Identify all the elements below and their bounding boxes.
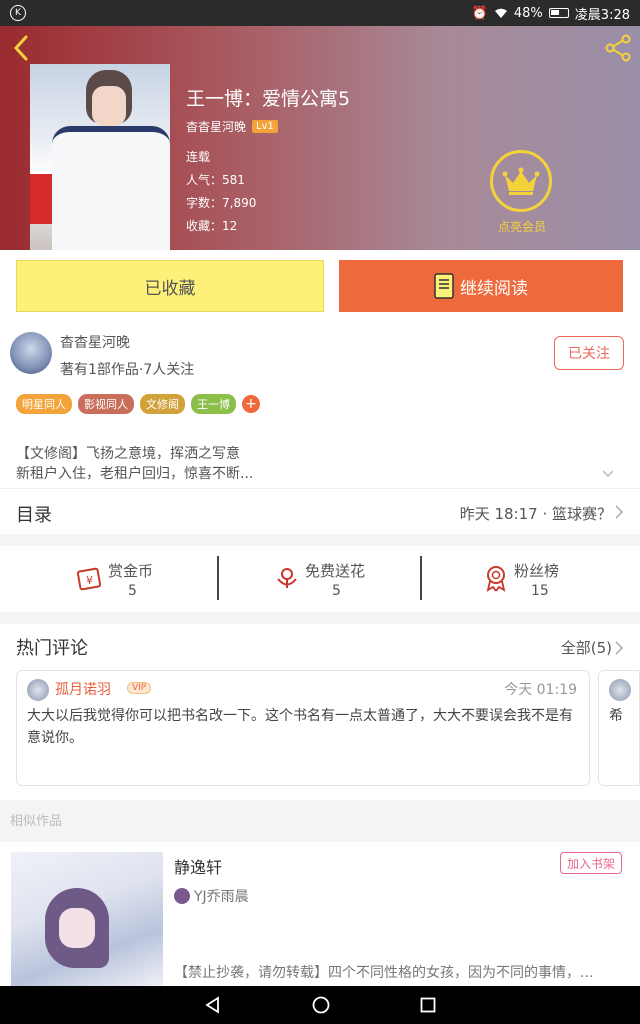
stat-label: 赏金币 — [108, 562, 154, 580]
stats-row: ¥ 赏金币 5 免费送花 5 粉丝榜 15 — [0, 546, 640, 612]
tag-item[interactable]: 影视同人 — [78, 394, 134, 414]
similar-works-heading: 相似作品 — [10, 814, 63, 829]
back-arrow-icon[interactable] — [10, 34, 34, 62]
vip-badge: VIP — [127, 682, 152, 694]
member-label: 点亮会员 — [497, 220, 546, 234]
tag-item[interactable]: 王一博 — [191, 394, 236, 414]
review-card[interactable]: 希 — [598, 670, 640, 786]
chevron-right-icon[interactable] — [614, 641, 624, 655]
continue-reading-button[interactable]: 继续阅读 — [339, 260, 623, 312]
popularity-count: 人气：581 — [186, 173, 245, 187]
similar-work-item[interactable]: 静逸轩 加入书架 YJ乔雨晨 【禁止抄袭，请勿转载】四个不同性格的女孩，因为不同… — [0, 842, 640, 986]
chevron-right-icon — [615, 505, 624, 519]
author-avatar[interactable] — [10, 332, 52, 374]
all-reviews-link[interactable]: 全部(5) — [561, 637, 612, 658]
send-flower-stat[interactable]: 免费送花 5 — [219, 546, 432, 612]
author-section: 杳杳星河晚 著有1部作品·7人关注 已关注 明星同人 影视同人 文修阁 王一博 … — [0, 324, 640, 444]
book-icon — [434, 273, 454, 299]
serial-status: 连载 — [186, 150, 211, 164]
battery-percent: 48% — [513, 5, 543, 21]
similar-book-author[interactable]: YJ乔雨晨 — [174, 886, 249, 906]
k-app-icon: K — [10, 5, 26, 21]
followed-button[interactable]: 已关注 — [554, 336, 624, 370]
tag-list: 明星同人 影视同人 文修阁 王一博 + — [16, 394, 260, 414]
similar-book-cover[interactable] — [11, 852, 163, 986]
stat-value: 15 — [531, 583, 549, 599]
book-cover[interactable] — [30, 64, 170, 250]
tag-item[interactable]: 明星同人 — [16, 394, 72, 414]
home-circle-icon[interactable] — [312, 996, 330, 1014]
similar-book-description: 【禁止抄袭，请勿转载】四个不同性格的女孩，因为不同的事情，... — [174, 965, 594, 981]
author-stats: 著有1部作品·7人关注 — [60, 362, 195, 378]
review-text: 大大以后我觉得你可以把书名改一下。这个书名有一点太普通了，大大不要误会我不是有意… — [27, 708, 573, 746]
crown-icon — [502, 167, 540, 195]
stat-label: 免费送花 — [305, 562, 366, 580]
tag-item[interactable]: 文修阁 — [140, 394, 185, 414]
level-badge: Lv1 — [252, 120, 278, 133]
review-card[interactable]: 孤月诺羽 VIP 今天 01:19 大大以后我觉得你可以把书名改一下。这个书名有… — [16, 670, 590, 786]
reviewer-avatar[interactable] — [27, 679, 49, 701]
alarm-icon: ⏰ — [471, 5, 488, 21]
svg-text:¥: ¥ — [86, 574, 93, 587]
action-bar: 已收藏 继续阅读 — [0, 250, 640, 324]
system-nav-bar — [0, 986, 640, 1024]
book-author-line: 杳杳星河晚 Lv1 — [186, 118, 278, 135]
status-bar: K ⏰ 48% 凌晨3:28 — [0, 0, 640, 26]
add-to-shelf-button[interactable]: 加入书架 — [560, 852, 622, 874]
share-icon[interactable] — [604, 34, 632, 62]
fan-rank-stat[interactable]: 粉丝榜 15 — [422, 546, 635, 612]
reviews-heading: 热门评论 — [16, 638, 88, 659]
book-header: 王一博：爱情公寓5 杳杳星河晚 Lv1 连载 人气：581 字数：7,890 收… — [0, 26, 640, 250]
book-description[interactable]: 【文修阁】飞扬之意境，挥洒之写意 新租户入住，老租户回归，惊喜不断... — [0, 444, 640, 488]
author-avatar — [174, 888, 190, 904]
reviewer-avatar[interactable] — [609, 679, 631, 701]
description-line-1: 【文修阁】飞扬之意境，挥洒之写意 — [16, 446, 240, 462]
coin-card-icon: ¥ — [76, 567, 102, 591]
stat-value: 5 — [332, 583, 341, 599]
clock: 凌晨3:28 — [574, 7, 630, 23]
add-tag-button[interactable]: + — [242, 395, 260, 413]
recents-square-icon[interactable] — [420, 997, 436, 1013]
expand-chevron-icon[interactable] — [602, 470, 614, 478]
book-title: 王一博：爱情公寓5 — [186, 88, 351, 110]
toc-label: 目录 — [16, 505, 52, 526]
book-author[interactable]: 杳杳星河晚 — [186, 118, 246, 135]
table-of-contents-row[interactable]: 目录 昨天 18:17 · 篮球赛？ — [0, 488, 640, 534]
member-button[interactable]: 点亮会员 — [490, 150, 554, 240]
review-time: 今天 01:19 — [504, 682, 577, 698]
wifi-icon — [494, 8, 507, 18]
flower-icon — [277, 568, 297, 588]
description-line-2: 新租户入住，老租户回归，惊喜不断... — [16, 466, 254, 482]
review-text: 希 — [609, 708, 623, 724]
stat-value: 5 — [128, 583, 137, 599]
author-name[interactable]: 杳杳星河晚 — [60, 332, 130, 352]
battery-icon — [548, 8, 569, 18]
continue-reading-label: 继续阅读 — [460, 278, 528, 299]
reviewer-name[interactable]: 孤月诺羽 — [55, 679, 111, 699]
reward-coin-stat[interactable]: ¥ 赏金币 5 — [0, 546, 213, 612]
back-triangle-icon[interactable] — [204, 996, 222, 1014]
similar-author-name: YJ乔雨晨 — [194, 889, 249, 905]
favorited-button[interactable]: 已收藏 — [16, 260, 324, 312]
favorite-count: 收藏：12 — [186, 219, 238, 233]
hot-reviews-section: 热门评论 全部(5) 孤月诺羽 VIP 今天 01:19 大大以后我觉得你可以把… — [0, 624, 640, 800]
similar-book-title[interactable]: 静逸轩 — [174, 854, 222, 878]
medal-icon — [486, 566, 506, 592]
latest-chapter: 昨天 18:17 · 篮球赛？ — [459, 505, 612, 523]
word-count: 字数：7,890 — [186, 196, 257, 210]
stat-label: 粉丝榜 — [514, 562, 560, 580]
